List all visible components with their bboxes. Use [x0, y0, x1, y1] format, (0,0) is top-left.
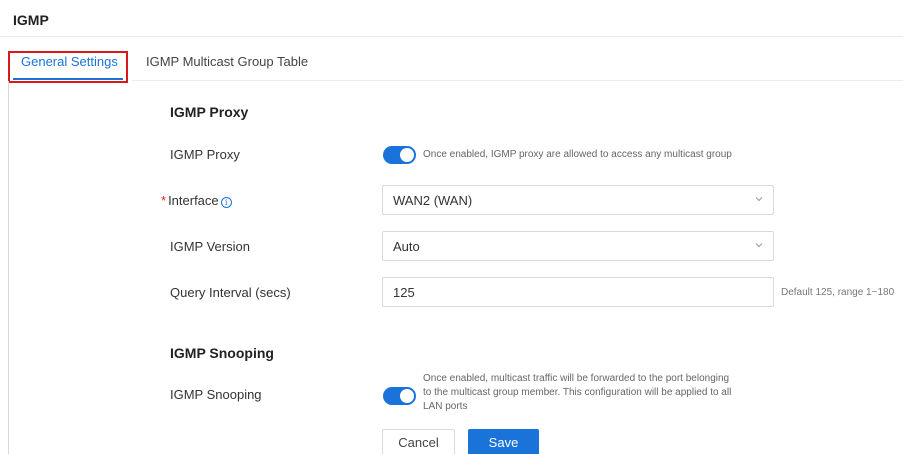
left-border: [8, 81, 9, 454]
igmp-snooping-toggle[interactable]: [383, 387, 416, 405]
igmp-snooping-label: IGMP Snooping: [170, 387, 262, 402]
header-divider: [0, 36, 903, 37]
igmp-proxy-toggle[interactable]: [383, 146, 416, 164]
tabs-divider: [132, 80, 903, 81]
tab-highlight-box: [8, 51, 128, 83]
igmp-proxy-label: IGMP Proxy: [170, 147, 240, 162]
interface-label-row: * Interface i: [161, 193, 232, 208]
igmp-snooping-description: Once enabled, multicast traffic will be …: [423, 372, 731, 414]
interface-label: Interface: [168, 193, 219, 208]
query-interval-label: Query Interval (secs): [170, 285, 291, 300]
description-line: Once enabled, multicast traffic will be …: [423, 373, 730, 384]
igmp-proxy-section-title: IGMP Proxy: [170, 104, 249, 120]
toggle-knob: [400, 389, 414, 403]
igmp-version-label: IGMP Version: [170, 239, 250, 254]
interface-value: WAN2 (WAN): [393, 193, 473, 208]
igmp-snooping-section-title: IGMP Snooping: [170, 345, 274, 361]
chevron-down-icon: [755, 197, 763, 202]
description-line: to the multicast group member. This conf…: [423, 387, 732, 398]
query-interval-value: 125: [393, 285, 415, 300]
interface-select[interactable]: WAN2 (WAN): [382, 185, 774, 215]
query-interval-input[interactable]: 125: [382, 277, 774, 307]
page-title: IGMP: [13, 12, 49, 28]
required-mark: *: [161, 193, 167, 208]
save-button[interactable]: Save: [468, 429, 539, 454]
toggle-knob: [400, 148, 414, 162]
cancel-button[interactable]: Cancel: [382, 429, 455, 454]
query-interval-hint: Default 125, range 1~180: [781, 287, 895, 298]
tab-igmp-multicast-group-table[interactable]: IGMP Multicast Group Table: [146, 54, 308, 69]
igmp-version-value: Auto: [393, 239, 420, 254]
chevron-down-icon: [755, 243, 763, 248]
igmp-version-select[interactable]: Auto: [382, 231, 774, 261]
description-line: LAN ports: [423, 401, 468, 412]
info-circle-icon[interactable]: i: [220, 197, 232, 208]
igmp-proxy-description: Once enabled, IGMP proxy are allowed to …: [423, 149, 732, 160]
